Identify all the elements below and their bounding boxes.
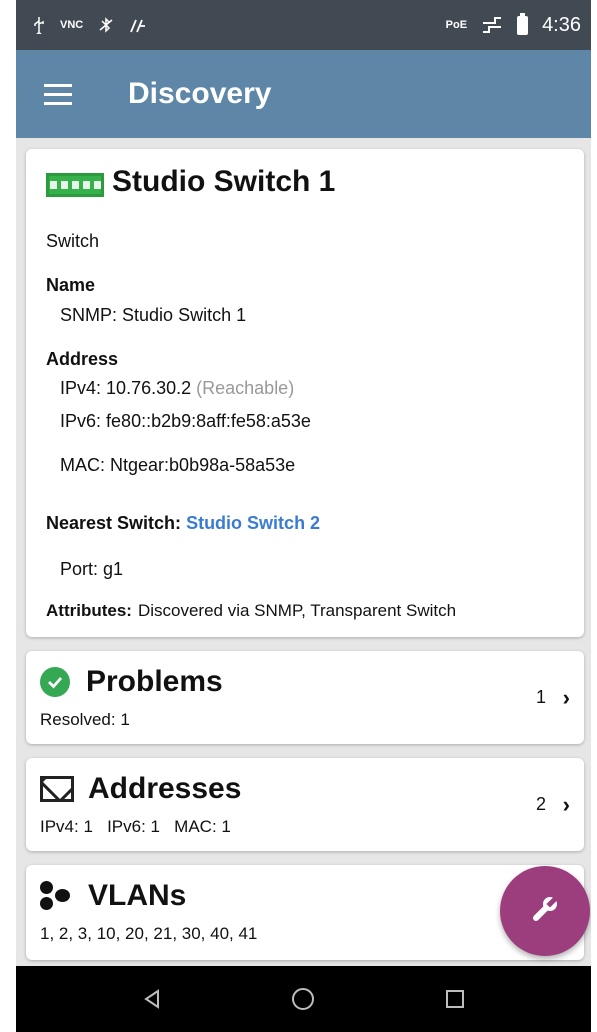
ipv4-row: IPv4: 10.76.30.2 (Reachable) (60, 378, 294, 399)
hamburger-menu-icon[interactable] (30, 66, 86, 122)
vlans-title-row: VLANs (40, 879, 186, 913)
poe-label: PoE (445, 18, 468, 31)
problems-count: 1 (535, 687, 546, 707)
status-bar-right: PoE 4:36 (445, 12, 581, 37)
home-icon[interactable] (283, 979, 323, 1019)
vlans-subtitle: 1, 2, 3, 10, 20, 21, 30, 40, 41 (40, 924, 258, 943)
port-row: Port: g1 (60, 559, 123, 580)
ipv6-label: IPv6: (60, 411, 102, 431)
nearest-switch-link[interactable]: Studio Switch 2 (186, 513, 320, 533)
device-type: Switch (46, 231, 100, 251)
vlan-icon (40, 881, 76, 911)
device-header: Studio Switch 1 (46, 165, 584, 199)
name-section-label: Name (46, 275, 96, 295)
ipv4-label: IPv4: (60, 378, 102, 398)
chevron-right-icon: › (562, 685, 570, 710)
clock: 4:36 (542, 13, 581, 36)
vlans-title: VLANs (88, 879, 187, 912)
app-bar: Discovery (16, 50, 591, 138)
snmp-label: SNMP: (60, 305, 118, 325)
back-icon[interactable] (132, 979, 172, 1019)
addresses-count: 2 (535, 794, 546, 814)
problems-title: Problems (86, 665, 223, 698)
envelope-icon (40, 776, 74, 802)
port-label: Port: (60, 559, 99, 579)
device-detail-card: Studio Switch 1 Switch Name SNMP: Studio… (26, 149, 584, 637)
addresses-subtitle: IPv4: 1 IPv6: 1 MAC: 1 (40, 817, 231, 836)
device-name: Studio Switch 1 (112, 165, 336, 198)
ipv6-value: fe80::b2b9:8aff:fe58:a53e (106, 411, 311, 431)
recents-icon[interactable] (435, 979, 475, 1019)
port-value: g1 (103, 559, 124, 579)
addresses-title: Addresses (88, 772, 242, 805)
switch-icon (46, 173, 104, 197)
chevron-right-icon: › (562, 792, 570, 817)
battery-icon (517, 12, 529, 35)
tools-fab-button[interactable] (500, 866, 590, 956)
ipv4-value: 10.76.30.2 (106, 378, 192, 398)
address-section-label: Address (46, 349, 119, 369)
ipv4-reachable-status: (Reachable) (196, 378, 295, 398)
signal-icon (129, 16, 147, 34)
bluetooth-off-icon (97, 16, 115, 34)
attributes-row: Attributes: Discovered via SNMP, Transpar… (46, 601, 456, 621)
mac-label: MAC: (60, 455, 105, 475)
mac-row: MAC: Ntgear:b0b98a-58a53e (60, 455, 295, 476)
attributes-label: Attributes: (46, 601, 132, 620)
page-title: Discovery (128, 77, 272, 110)
mac-value: Ntgear:b0b98a-58a53e (110, 455, 296, 475)
status-bar: VNC PoE 4:36 (16, 0, 591, 50)
nearest-switch-row: Nearest Switch: Studio Switch 2 (46, 513, 320, 534)
wrench-icon (525, 889, 565, 934)
addresses-title-row: Addresses (40, 772, 241, 806)
attributes-value: Discovered via SNMP, Transparent Switch (137, 601, 457, 620)
system-nav-bar (16, 966, 591, 1032)
nearest-switch-label: Nearest Switch: (46, 513, 182, 533)
snmp-name-row: SNMP: Studio Switch 1 (60, 305, 246, 326)
network-link-icon (481, 15, 503, 35)
usb-icon (32, 16, 46, 34)
problems-title-row: Problems (40, 665, 223, 699)
problems-card[interactable]: Problems Resolved: 1 1 › (26, 651, 584, 744)
ipv6-row: IPv6: fe80::b2b9:8aff:fe58:a53e (60, 411, 311, 432)
problems-subtitle: Resolved: 1 (40, 710, 130, 729)
vnc-icon: VNC (60, 18, 84, 31)
phone-screen: VNC PoE 4:36 Discovery Studio Switch 1 S… (16, 0, 591, 1032)
addresses-card[interactable]: Addresses IPv4: 1 IPv6: 1 MAC: 1 2 › (26, 758, 584, 851)
status-bar-left: VNC (32, 16, 147, 34)
snmp-value: Studio Switch 1 (122, 305, 247, 325)
check-circle-icon (40, 667, 70, 697)
